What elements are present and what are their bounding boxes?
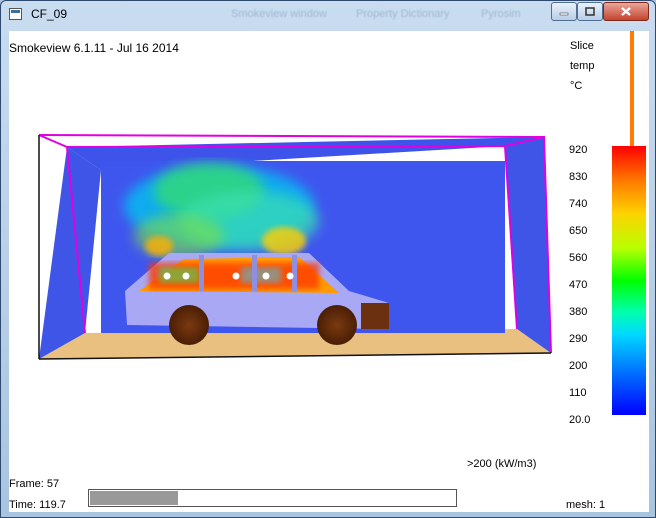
frame-label: Frame: 57 [9, 478, 60, 490]
colorbar-tick-label: 290 [569, 333, 588, 345]
close-button[interactable] [603, 2, 649, 21]
colorbar-tick-label: 20.0 [569, 414, 591, 426]
maximize-button[interactable] [577, 2, 603, 21]
render-viewport[interactable]: Smokeview 6.1.11 - Jul 16 2014 Slice tem… [9, 31, 649, 512]
mesh-label: mesh: 1 [566, 499, 606, 511]
background-tab-ghost: Property Dictionary [356, 8, 450, 20]
close-icon [621, 7, 631, 16]
colorbar-tick-label: 110 [569, 387, 587, 399]
legend-title-line: Slice [570, 40, 594, 52]
temperature-colorbar [612, 146, 646, 415]
background-tab-ghost: Smokeview window [231, 8, 327, 20]
colorbar-tick-label: 740 [569, 198, 588, 210]
smokeview-window: CF_09 Smokeview window Property Dictiona… [0, 0, 656, 518]
title-bar[interactable]: CF_09 Smokeview window Property Dictiona… [1, 1, 655, 29]
colorbar-tick-label: 830 [569, 171, 588, 183]
legend-title-line: temp [570, 60, 595, 72]
window-title: CF_09 [31, 7, 68, 21]
legend-title-line: °C [570, 80, 583, 92]
minimize-button[interactable] [551, 2, 577, 21]
colorbar-tick-label: 470 [569, 279, 588, 291]
car-rear-block [361, 303, 389, 329]
scene-view[interactable] [9, 31, 649, 512]
hrr-label: >200 (kW/m3) [467, 458, 537, 470]
colorbar-tick-label: 200 [569, 360, 588, 372]
maximize-icon [585, 7, 595, 16]
colorbar-tick-label: 650 [569, 225, 588, 237]
rear-wheel [317, 305, 357, 345]
time-progress-bar[interactable] [88, 489, 457, 507]
car-cabin-cool-zone [241, 267, 281, 283]
app-window-icon[interactable] [9, 8, 22, 20]
colorbar-marker-line [630, 31, 634, 161]
background-tab-ghost: Pyrosim [481, 8, 521, 20]
colorbar-tick-label: 560 [569, 252, 588, 264]
front-wheel [169, 305, 209, 345]
time-label: Time: 119.7 [9, 499, 66, 511]
minimize-icon [559, 12, 569, 15]
time-progress-fill [90, 491, 179, 505]
colorbar-tick-label: 380 [569, 306, 588, 318]
colorbar-tick-label: 920 [569, 144, 588, 156]
